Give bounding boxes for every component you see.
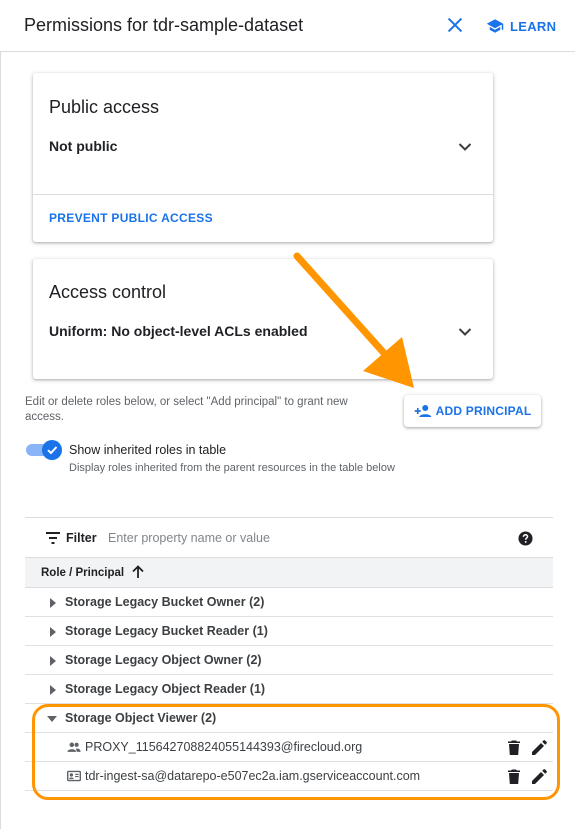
inherited-roles-toggle[interactable]: [26, 440, 62, 460]
filter-icon: [46, 532, 60, 544]
role-label[interactable]: Storage Legacy Bucket Owner (2): [65, 595, 264, 609]
permissions-panel: Permissions for tdr-sample-dataset LEARN…: [0, 0, 575, 829]
learn-button[interactable]: LEARN: [486, 16, 556, 36]
school-icon: [486, 19, 504, 33]
expand-icon[interactable]: [49, 656, 57, 666]
delete-icon[interactable]: [508, 769, 520, 784]
toggle-label: Show inherited roles in table: [69, 443, 227, 457]
table-row[interactable]: Storage Object Viewer (2): [25, 704, 553, 733]
expand-icon[interactable]: [49, 627, 57, 637]
expand-icon[interactable]: [49, 685, 57, 695]
column-header-label: Role / Principal: [41, 567, 125, 579]
add-principal-button[interactable]: ADD PRINCIPAL: [404, 395, 541, 427]
toggle-knob: [42, 440, 62, 460]
check-icon: [47, 446, 58, 455]
panel-header: Permissions for tdr-sample-dataset LEARN: [0, 0, 575, 52]
filter-bar: Filter: [25, 517, 553, 558]
table-row[interactable]: Storage Legacy Object Owner (2): [25, 646, 553, 675]
public-access-card: Public access Not public PREVENT PUBLIC …: [33, 73, 493, 242]
member-row: tdr-ingest-sa@datarepo-e507ec2a.iam.gser…: [25, 762, 553, 791]
column-header: Role / Principal: [25, 558, 553, 588]
service-account-icon: [67, 770, 81, 782]
panel-left-border: [0, 52, 1, 829]
edit-icon[interactable]: [532, 769, 547, 784]
table-row[interactable]: Storage Legacy Object Reader (1): [25, 675, 553, 704]
help-icon[interactable]: [518, 531, 533, 546]
public-access-title: Public access: [49, 97, 160, 117]
arrow-up-icon[interactable]: [131, 565, 145, 579]
panel-title: Permissions for tdr-sample-dataset: [24, 15, 304, 35]
add-principal-label: ADD PRINCIPAL: [435, 404, 532, 418]
access-control-title: Access control: [49, 282, 167, 302]
role-label[interactable]: Storage Legacy Bucket Reader (1): [65, 624, 268, 638]
person-add-icon: [414, 405, 431, 417]
role-label[interactable]: Storage Legacy Object Owner (2): [65, 653, 262, 667]
card-divider: [33, 194, 493, 195]
collapse-icon[interactable]: [47, 715, 57, 723]
delete-icon[interactable]: [508, 740, 520, 755]
filter-input[interactable]: [108, 526, 488, 550]
close-icon[interactable]: [444, 14, 466, 36]
expand-icon[interactable]: [49, 598, 57, 608]
chevron-down-icon[interactable]: [457, 139, 473, 155]
help-text: Edit or delete roles below, or select "A…: [25, 396, 348, 423]
filter-label: Filter: [66, 531, 97, 545]
table-row[interactable]: Storage Legacy Bucket Reader (1): [25, 617, 553, 646]
member-label: tdr-ingest-sa@datarepo-e507ec2a.iam.gser…: [85, 769, 421, 783]
prevent-public-access-button[interactable]: PREVENT PUBLIC ACCESS: [49, 211, 213, 225]
chevron-down-icon[interactable]: [457, 324, 473, 340]
toggle-sublabel: Display roles inherited from the parent …: [69, 462, 395, 474]
access-control-value: Uniform: No object-level ACLs enabled: [49, 323, 308, 339]
access-control-card: Access control Uniform: No object-level …: [33, 259, 493, 379]
public-access-value: Not public: [49, 138, 118, 154]
role-label[interactable]: Storage Object Viewer (2): [65, 711, 216, 725]
member-label: PROXY_115642708824055144393@firecloud.or…: [85, 740, 363, 754]
role-label[interactable]: Storage Legacy Object Reader (1): [65, 682, 265, 696]
member-row: PROXY_115642708824055144393@firecloud.or…: [25, 733, 553, 762]
edit-icon[interactable]: [532, 740, 547, 755]
table-row[interactable]: Storage Legacy Bucket Owner (2): [25, 588, 553, 617]
group-icon: [67, 742, 81, 752]
learn-label: LEARN: [510, 18, 557, 34]
